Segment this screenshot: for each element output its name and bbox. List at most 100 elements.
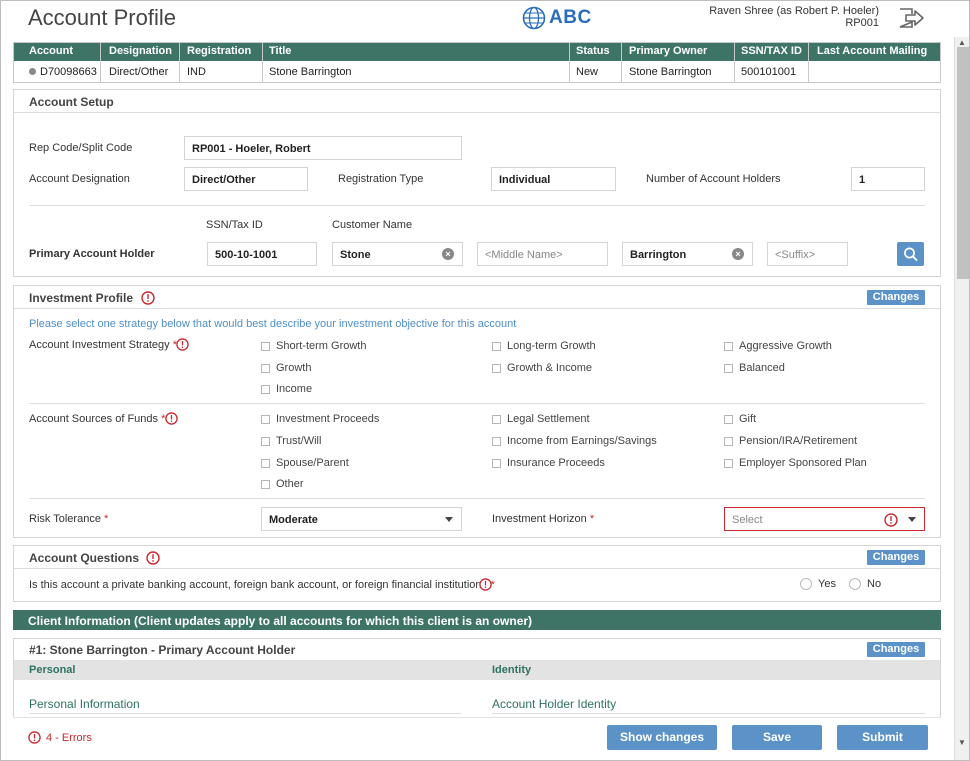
scroll-up-arrow-icon[interactable]: ▲ xyxy=(958,38,966,47)
source-checkbox[interactable]: Employer Sponsored Plan xyxy=(724,457,867,469)
table-row[interactable]: D70098663 Direct/Other IND Stone Barring… xyxy=(14,62,940,82)
registration-type-field[interactable]: Individual xyxy=(491,167,616,191)
brand-logo: ABC xyxy=(522,6,592,30)
client-information-bar: Client Information (Client updates apply… xyxy=(13,610,941,630)
strategy-hint: Please select one strategy below that wo… xyxy=(29,318,517,330)
risk-tolerance-select[interactable]: Moderate xyxy=(261,507,462,531)
col-registration: Registration xyxy=(187,45,252,57)
search-button[interactable] xyxy=(897,242,924,266)
radio-icon xyxy=(800,578,812,590)
primary-holder-label: Primary Account Holder xyxy=(29,248,155,260)
clear-first-name-icon[interactable]: × xyxy=(442,248,454,260)
source-checkbox[interactable]: Legal Settlement xyxy=(492,413,590,425)
checkbox-icon xyxy=(724,341,733,351)
source-checkbox[interactable]: Trust/Will xyxy=(261,435,321,447)
holders-count-label: Number of Account Holders xyxy=(646,173,781,185)
clear-last-name-icon[interactable]: × xyxy=(732,248,744,260)
investment-horizon-select[interactable]: Select xyxy=(724,507,925,531)
col-status: Status xyxy=(576,45,610,57)
col-title: Title xyxy=(269,45,292,57)
checkbox-icon xyxy=(724,414,733,424)
account-questions-title: Account Questions xyxy=(29,551,140,565)
strategy-checkbox[interactable]: Growth xyxy=(261,362,311,374)
save-button[interactable]: Save xyxy=(732,725,822,750)
registration-type-label: Registration Type xyxy=(338,173,424,185)
submit-button[interactable]: Submit xyxy=(837,725,928,750)
investment-profile-title: Investment Profile xyxy=(29,291,134,305)
source-checkbox[interactable]: Investment Proceeds xyxy=(261,413,379,425)
alert-icon xyxy=(141,291,155,305)
holder-title: #1: Stone Barrington - Primary Account H… xyxy=(29,643,296,657)
globe-icon xyxy=(522,6,546,30)
account-holder-identity-heading: Account Holder Identity xyxy=(492,697,617,711)
scroll-down-arrow-icon[interactable]: ▼ xyxy=(958,738,966,747)
strategy-checkbox[interactable]: Growth & Income xyxy=(492,362,592,374)
col-ssn: SSN/TAX ID xyxy=(741,45,802,57)
cell-ssn: 500101001 xyxy=(741,66,797,78)
checkbox-icon xyxy=(261,479,270,489)
cell-primary-owner: Stone Barrington xyxy=(629,66,712,78)
yes-radio[interactable]: Yes xyxy=(800,578,836,590)
designation-field[interactable]: Direct/Other xyxy=(184,167,308,191)
tab-personal[interactable]: Personal xyxy=(29,664,75,676)
source-checkbox[interactable]: Spouse/Parent xyxy=(261,457,349,469)
account-setup-title: Account Setup xyxy=(29,95,114,109)
show-changes-button[interactable]: Show changes xyxy=(607,725,717,750)
logo-text: ABC xyxy=(549,7,592,28)
cell-registration: IND xyxy=(187,66,206,78)
questions-changes-button[interactable]: Changes xyxy=(867,550,925,565)
checkbox-icon xyxy=(492,436,501,446)
strategy-checkbox[interactable]: Balanced xyxy=(724,362,785,374)
holders-count-field[interactable]: 1 xyxy=(851,167,925,191)
designation-label: Account Designation xyxy=(29,173,130,185)
source-checkbox[interactable]: Pension/IRA/Retirement xyxy=(724,435,857,447)
strategy-checkbox[interactable]: Aggressive Growth xyxy=(724,340,832,352)
investment-changes-button[interactable]: Changes xyxy=(867,290,925,305)
first-name-field[interactable]: Stone × xyxy=(332,242,463,266)
holder-changes-button[interactable]: Changes xyxy=(867,642,925,657)
alert-icon xyxy=(479,578,492,591)
customer-name-label: Customer Name xyxy=(332,219,413,231)
checkbox-icon xyxy=(724,363,733,373)
checkbox-icon xyxy=(492,341,501,351)
checkbox-icon xyxy=(492,458,501,468)
checkbox-icon xyxy=(492,414,501,424)
checkbox-icon xyxy=(261,414,270,424)
vertical-scrollbar[interactable]: ▲ ▼ xyxy=(954,37,969,760)
chevron-down-icon xyxy=(445,517,453,522)
source-checkbox[interactable]: Gift xyxy=(724,413,756,425)
source-checkbox[interactable]: Other xyxy=(261,478,304,490)
search-icon xyxy=(904,247,918,261)
strategy-label: Account Investment Strategy * xyxy=(29,339,177,351)
rep-code-field[interactable]: RP001 - Hoeler, Robert xyxy=(184,136,462,160)
app-window: Account Profile ABC Raven Shree (as Robe… xyxy=(0,0,970,761)
checkbox-icon xyxy=(261,436,270,446)
scrollbar-thumb[interactable] xyxy=(957,47,969,279)
middle-name-field[interactable]: <Middle Name> xyxy=(477,242,608,266)
source-checkbox[interactable]: Income from Earnings/Savings xyxy=(492,435,657,447)
strategy-checkbox[interactable]: Short-term Growth xyxy=(261,340,366,352)
alert-icon xyxy=(884,513,898,527)
cell-designation: Direct/Other xyxy=(109,66,169,78)
alert-icon xyxy=(146,551,160,565)
holder-subheader: Personal Identity xyxy=(14,660,940,680)
cell-account: D70098663 xyxy=(29,66,97,78)
checkbox-icon xyxy=(261,363,270,373)
source-checkbox[interactable]: Insurance Proceeds xyxy=(492,457,605,469)
tab-identity[interactable]: Identity xyxy=(492,664,531,676)
logout-icon[interactable] xyxy=(897,7,925,29)
radio-icon xyxy=(849,578,861,590)
error-count[interactable]: 4 - Errors xyxy=(46,732,92,744)
no-radio[interactable]: No xyxy=(849,578,881,590)
suffix-field[interactable]: <Suffix> xyxy=(767,242,848,266)
risk-tolerance-label: Risk Tolerance * xyxy=(29,513,109,525)
ssn-field[interactable]: 500-10-1001 xyxy=(207,242,317,266)
last-name-field[interactable]: Barrington × xyxy=(622,242,753,266)
account-table-header: Account Designation Registration Title S… xyxy=(14,43,940,61)
personal-information-heading: Personal Information xyxy=(29,697,140,711)
cell-status: New xyxy=(576,66,599,78)
strategy-checkbox[interactable]: Income xyxy=(261,383,312,395)
checkbox-icon xyxy=(724,458,733,468)
primary-holder-panel: #1: Stone Barrington - Primary Account H… xyxy=(13,638,941,723)
strategy-checkbox[interactable]: Long-term Growth xyxy=(492,340,596,352)
